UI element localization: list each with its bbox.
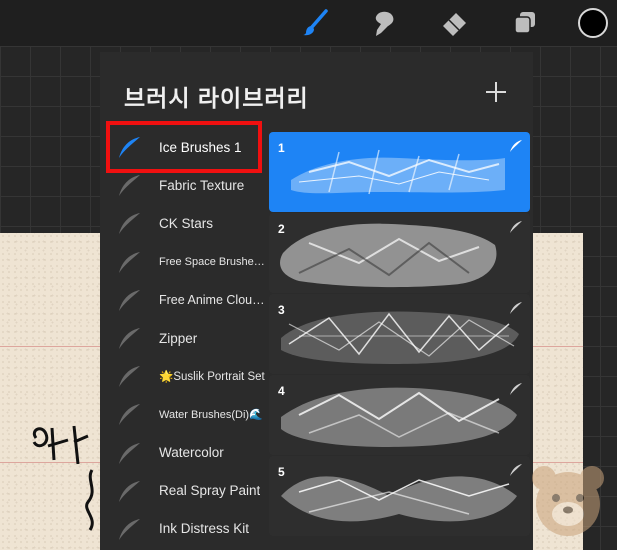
feather-icon <box>119 251 140 273</box>
brush-stroke-preview <box>280 223 497 288</box>
feather-icon <box>510 464 522 476</box>
top-toolbar <box>0 0 617 46</box>
feather-icon <box>119 213 140 235</box>
brush-item[interactable]: 4 <box>269 375 530 455</box>
feather-icon <box>510 140 522 152</box>
feather-icon <box>119 328 140 350</box>
feather-icon <box>510 383 522 395</box>
plus-icon[interactable] <box>484 80 508 104</box>
brush-stroke-preview <box>291 149 505 195</box>
brush-item[interactable]: 2 <box>269 213 530 293</box>
feather-icon <box>510 221 522 233</box>
layers-icon[interactable] <box>512 9 538 37</box>
color-swatch[interactable] <box>578 8 608 38</box>
brush-stroke-preview <box>281 387 517 447</box>
feather-icon <box>119 175 140 197</box>
feather-icon <box>119 442 140 464</box>
brush-set-item[interactable]: 🌟Suslik Portrait Set <box>100 357 265 395</box>
brush-set-item[interactable]: Zipper <box>100 319 265 357</box>
brush-set-list: Ice Brushes 1 Fabric Texture CK Stars Fr… <box>100 128 265 548</box>
feather-icon <box>119 480 140 502</box>
brush-set-item[interactable]: Ink Distress Kit <box>100 510 265 548</box>
panel-title: 브러시 라이브러리 <box>124 85 309 111</box>
brush-set-item[interactable]: Real Spray Paint <box>100 472 265 510</box>
feather-icon <box>119 518 140 540</box>
feather-icon <box>510 302 522 314</box>
smudge-icon[interactable] <box>371 9 397 37</box>
feather-icon <box>119 404 140 426</box>
brush-set-item[interactable]: Free Anime Clouds <box>100 281 265 319</box>
brush-set-item[interactable]: Watercolor <box>100 434 265 472</box>
brush-set-item[interactable]: CK Stars <box>100 204 265 242</box>
brush-set-item[interactable]: Free Space Brushes (... <box>100 243 265 281</box>
feather-icon <box>119 366 140 388</box>
brush-stroke-preview <box>281 476 517 522</box>
brush-list: 1 2 3 4 5 <box>269 132 530 537</box>
brush-icon[interactable] <box>302 9 328 37</box>
brush-stroke-preview <box>281 311 519 364</box>
brush-item[interactable]: 1 <box>269 132 530 212</box>
brush-set-item[interactable]: Water Brushes(Di)🌊 <box>100 395 265 433</box>
brush-item[interactable]: 5 <box>269 456 530 536</box>
feather-icon <box>119 289 140 311</box>
brush-item[interactable]: 3 <box>269 294 530 374</box>
bear-watermark <box>532 466 604 536</box>
eraser-icon[interactable] <box>441 9 467 37</box>
highlight-box <box>106 121 262 173</box>
